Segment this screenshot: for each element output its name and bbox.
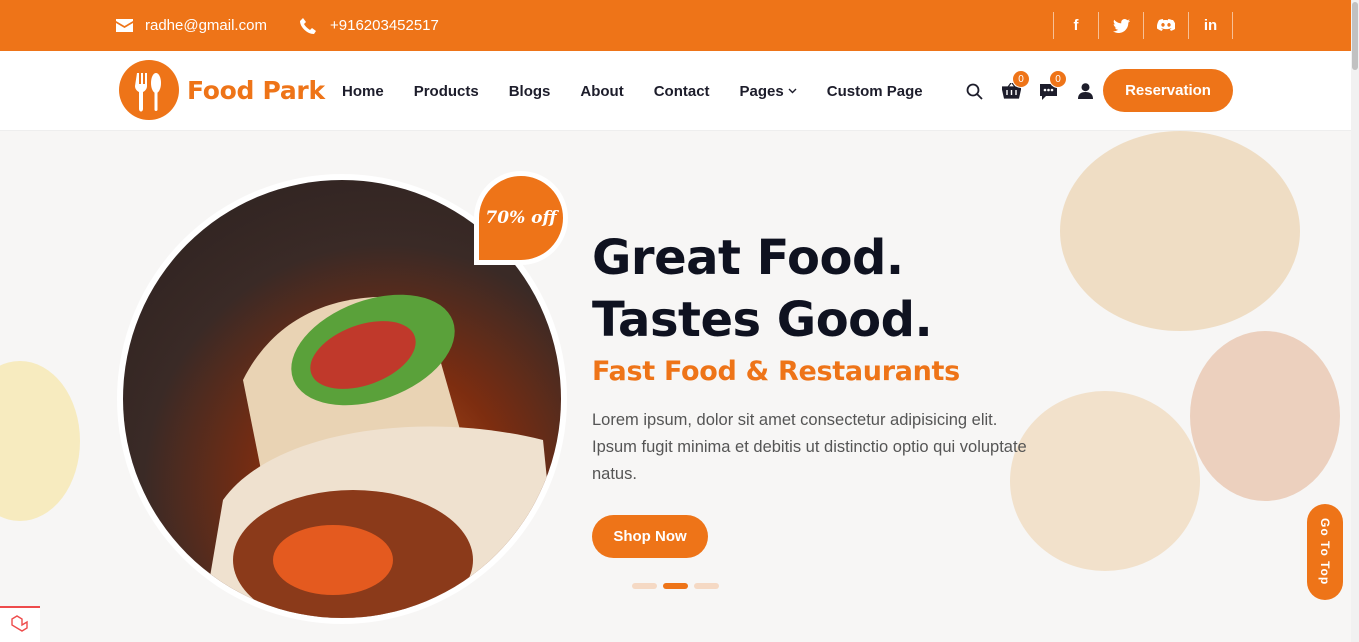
twitter-icon[interactable]: [1098, 12, 1143, 39]
hero-slider: 70% off Great Food. Tastes Good. Fast Fo…: [0, 131, 1359, 642]
slider-dot-1[interactable]: [632, 583, 657, 589]
search-icon[interactable]: [956, 76, 993, 106]
nuts-bowl-decor: [1190, 331, 1340, 501]
header-actions: 0 0: [956, 51, 1104, 131]
slider-dots: [632, 583, 719, 589]
discord-icon[interactable]: [1143, 12, 1188, 39]
phone-icon: [300, 17, 316, 34]
hero-description: Lorem ipsum, dolor sit amet consectetur …: [592, 411, 1027, 483]
brand-name: Food Park: [187, 75, 325, 105]
user-icon[interactable]: [1067, 76, 1104, 106]
nav-products[interactable]: Products: [414, 83, 479, 100]
email-contact[interactable]: radhe@gmail.com: [116, 0, 267, 51]
cart-count-badge: 0: [1012, 70, 1030, 88]
scrollbar-thumb[interactable]: [1352, 2, 1358, 70]
nav-blogs[interactable]: Blogs: [509, 83, 551, 100]
page-scrollbar[interactable]: [1351, 0, 1359, 642]
email-text: radhe@gmail.com: [145, 17, 267, 34]
reservation-button[interactable]: Reservation: [1103, 69, 1233, 112]
phone-text: +916203452517: [330, 17, 439, 34]
nav-home[interactable]: Home: [342, 83, 384, 100]
social-links: f in: [1053, 12, 1233, 39]
envelope-icon: [116, 19, 133, 32]
nav-about[interactable]: About: [580, 83, 623, 100]
juice-glass-decor: [0, 361, 80, 521]
chevron-down-icon: [788, 88, 797, 94]
cart-icon[interactable]: 0: [993, 70, 1030, 106]
granola-bowl-decor: [1060, 131, 1300, 331]
primary-menu: Home Products Blogs About Contact Pages …: [342, 51, 953, 131]
nav-custom-page[interactable]: Custom Page: [827, 83, 923, 100]
fork-spoon-icon: [119, 60, 179, 120]
phone-contact[interactable]: +916203452517: [300, 0, 439, 51]
message-count-badge: 0: [1049, 70, 1067, 88]
slider-dot-2[interactable]: [663, 583, 688, 589]
message-icon[interactable]: 0: [1030, 70, 1067, 106]
laravel-debug-icon[interactable]: [0, 606, 40, 642]
hero-subtitle: Fast Food & Restaurants: [592, 356, 960, 387]
go-to-top-button[interactable]: Go To Top: [1307, 504, 1343, 600]
brand-logo[interactable]: Food Park: [119, 60, 325, 120]
shop-now-button[interactable]: Shop Now: [592, 515, 708, 558]
discount-badge: 70% off: [474, 171, 568, 265]
main-navbar: Food Park Home Products Blogs About Cont…: [0, 51, 1359, 131]
hero-title: Great Food. Tastes Good.: [592, 230, 933, 348]
top-bar: radhe@gmail.com +916203452517 f in: [0, 0, 1359, 51]
nav-contact[interactable]: Contact: [654, 83, 710, 100]
slider-dot-3[interactable]: [694, 583, 719, 589]
nav-pages[interactable]: Pages: [740, 83, 797, 100]
linkedin-icon[interactable]: in: [1188, 12, 1233, 39]
facebook-icon[interactable]: f: [1053, 12, 1098, 39]
